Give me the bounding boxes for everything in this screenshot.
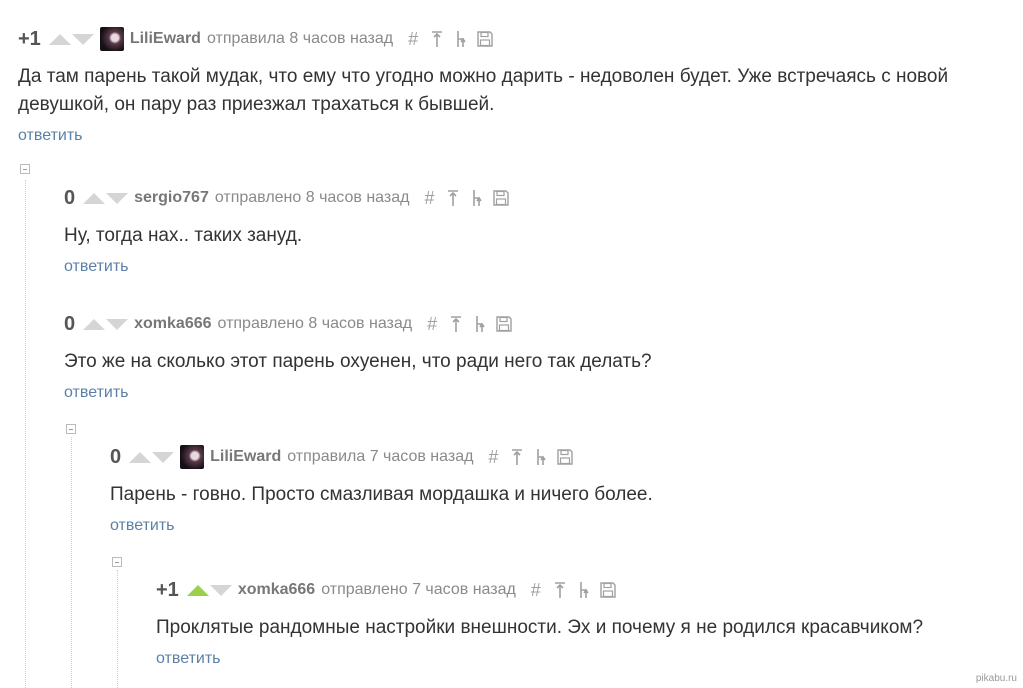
comment-text: Парень - говно. Просто смазливая мордашк… <box>110 484 653 505</box>
comment-rating: 0 <box>110 445 122 468</box>
comment: 0 xomka666 отправлено 8 часов назад # Эт… <box>64 312 1004 402</box>
jump-to-branch-icon[interactable] <box>472 314 488 334</box>
jump-to-parent-icon[interactable] <box>552 580 568 600</box>
jump-to-branch-icon[interactable] <box>576 580 592 600</box>
comment-author[interactable]: sergio767 <box>134 189 209 207</box>
watermark: pikabu.ru <box>975 673 1017 684</box>
comment-timestamp: отправила 7 часов назад <box>287 448 474 465</box>
downvote-arrow-icon[interactable] <box>106 318 129 330</box>
collapse-toggle[interactable] <box>66 424 76 434</box>
jump-to-parent-icon[interactable] <box>445 188 461 208</box>
thread-line <box>25 180 26 688</box>
comment-rating: +1 <box>156 578 179 601</box>
reply-link[interactable]: ответить <box>110 517 175 535</box>
jump-to-branch-icon[interactable] <box>533 447 549 467</box>
vote-arrows <box>186 584 232 596</box>
thread-line <box>71 437 72 688</box>
comment: +1 LiliEward отправила 8 часов назад # Д… <box>18 27 1008 145</box>
comment-timestamp: отправлено 8 часов назад <box>217 315 413 332</box>
comment-header: +1 LiliEward отправила 8 часов назад # <box>18 27 1008 51</box>
comment-header: 0 xomka666 отправлено 8 часов назад # <box>64 312 1004 336</box>
comment: 0 sergio767 отправлено 8 часов назад # Н… <box>64 186 1004 276</box>
comment-actions: # <box>424 314 512 334</box>
upvote-arrow-icon[interactable] <box>83 318 106 330</box>
downvote-arrow-icon[interactable] <box>106 192 129 204</box>
hash-icon[interactable]: # <box>421 188 437 208</box>
comment-timestamp: отправила 8 часов назад <box>206 30 394 47</box>
comment-timestamp: отправлено 7 часов назад <box>321 581 516 598</box>
comment-text: Да там парень такой мудак, что ему что у… <box>18 66 949 115</box>
comment-author[interactable]: xomka666 <box>238 581 315 599</box>
reply-link[interactable]: ответить <box>64 384 129 402</box>
comment-author[interactable]: LiliEward <box>130 30 201 48</box>
vote-arrows <box>129 451 175 463</box>
upvote-arrow-icon[interactable] <box>48 33 71 45</box>
save-icon[interactable] <box>496 314 512 334</box>
save-icon[interactable] <box>600 580 616 600</box>
comment-text: Проклятые рандомные настройки внешности.… <box>156 617 924 638</box>
comment: 0 LiliEward отправила 7 часов назад # Па… <box>110 445 1000 535</box>
downvote-arrow-icon[interactable] <box>71 33 94 45</box>
upvote-arrow-icon[interactable] <box>129 451 152 463</box>
comment-header: 0 sergio767 отправлено 8 часов назад # <box>64 186 1004 210</box>
jump-to-branch-icon[interactable] <box>469 188 485 208</box>
comment-actions: # <box>405 29 493 49</box>
comment-rating: 0 <box>64 186 76 209</box>
downvote-arrow-icon[interactable] <box>152 451 175 463</box>
save-icon[interactable] <box>493 188 510 208</box>
comment-rating: +1 <box>18 27 41 50</box>
vote-arrows <box>83 192 129 204</box>
downvote-arrow-icon[interactable] <box>209 584 232 596</box>
save-icon[interactable] <box>557 447 574 467</box>
comment-author[interactable]: xomka666 <box>134 315 211 333</box>
jump-to-parent-icon[interactable] <box>429 29 445 49</box>
upvote-arrow-icon[interactable] <box>186 584 209 596</box>
comment: +1 xomka666 отправлено 7 часов назад # П… <box>156 578 1001 668</box>
reply-link[interactable]: ответить <box>64 258 129 276</box>
avatar[interactable] <box>180 445 205 469</box>
hash-icon[interactable]: # <box>405 29 421 49</box>
avatar[interactable] <box>99 27 124 51</box>
comment-author[interactable]: LiliEward <box>210 448 281 466</box>
collapse-toggle[interactable] <box>20 164 30 174</box>
jump-to-parent-icon[interactable] <box>509 447 525 467</box>
jump-to-parent-icon[interactable] <box>448 314 464 334</box>
vote-arrows <box>83 318 129 330</box>
comment-actions: # <box>421 188 510 208</box>
save-icon[interactable] <box>477 29 493 49</box>
comment-text: Это же на сколько этот парень охуенен, ч… <box>64 351 652 372</box>
hash-icon[interactable]: # <box>528 580 544 600</box>
comment-header: 0 LiliEward отправила 7 часов назад # <box>110 445 1000 469</box>
thread-line <box>117 570 118 688</box>
comment-text: Ну, тогда нах.. таких зануд. <box>64 225 303 246</box>
reply-link[interactable]: ответить <box>18 127 83 145</box>
collapse-toggle[interactable] <box>112 557 122 567</box>
reply-link[interactable]: ответить <box>156 650 221 668</box>
hash-icon[interactable]: # <box>485 447 501 467</box>
vote-arrows <box>48 33 94 45</box>
comment-timestamp: отправлено 8 часов назад <box>214 189 410 206</box>
jump-to-branch-icon[interactable] <box>453 29 469 49</box>
hash-icon[interactable]: # <box>424 314 440 334</box>
upvote-arrow-icon[interactable] <box>83 192 106 204</box>
comment-rating: 0 <box>64 312 76 335</box>
comment-header: +1 xomka666 отправлено 7 часов назад # <box>156 578 1001 602</box>
comment-actions: # <box>485 447 574 467</box>
comment-actions: # <box>528 580 616 600</box>
